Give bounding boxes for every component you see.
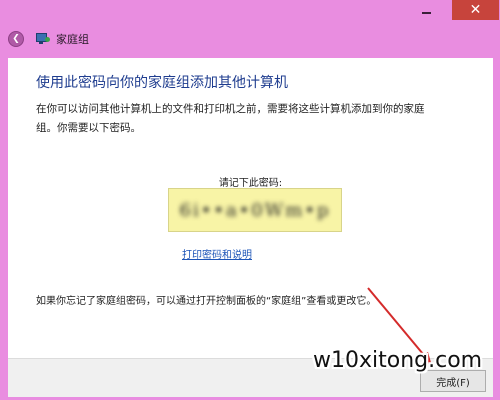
description-text: 在你可以访问其他计算机上的文件和打印机之前，需要将这些计算机添加到你的家庭组。你…: [36, 103, 425, 134]
window-frame: ✕ ❮ 家庭组 使用此密码向你的家庭组添加其他计算机 在你可以访问其他计算机上的…: [0, 0, 500, 400]
password-label: 请记下此密码:: [218, 178, 283, 189]
nav-bar: ❮ 家庭组: [8, 30, 89, 48]
minimize-button[interactable]: [411, 0, 441, 20]
password-box: 6i••a•0Wm•p: [168, 188, 342, 232]
content-panel: 使用此密码向你的家庭组添加其他计算机 在你可以访问其他计算机上的文件和打印机之前…: [8, 58, 493, 358]
finish-button[interactable]: 完成(F): [420, 370, 486, 392]
page-title: 使用此密码向你的家庭组添加其他计算机: [36, 75, 288, 91]
finish-button-label: 完成(F): [436, 377, 470, 389]
breadcrumb-title: 家庭组: [56, 33, 89, 46]
minimize-icon: [421, 12, 431, 14]
print-password-link[interactable]: 打印密码和说明: [182, 246, 252, 261]
close-icon: ✕: [469, 2, 482, 18]
back-arrow-icon: ❮: [12, 33, 20, 44]
password-value: 6i••a•0Wm•p: [179, 199, 331, 221]
close-button[interactable]: ✕: [452, 0, 499, 20]
homegroup-icon: [36, 32, 50, 46]
footer-note: 如果你忘记了家庭组密码，可以通过打开控制面板的“家庭组”查看或更改它。: [36, 296, 377, 307]
back-button[interactable]: ❮: [8, 31, 24, 47]
watermark: w10xitong.com: [313, 348, 483, 373]
